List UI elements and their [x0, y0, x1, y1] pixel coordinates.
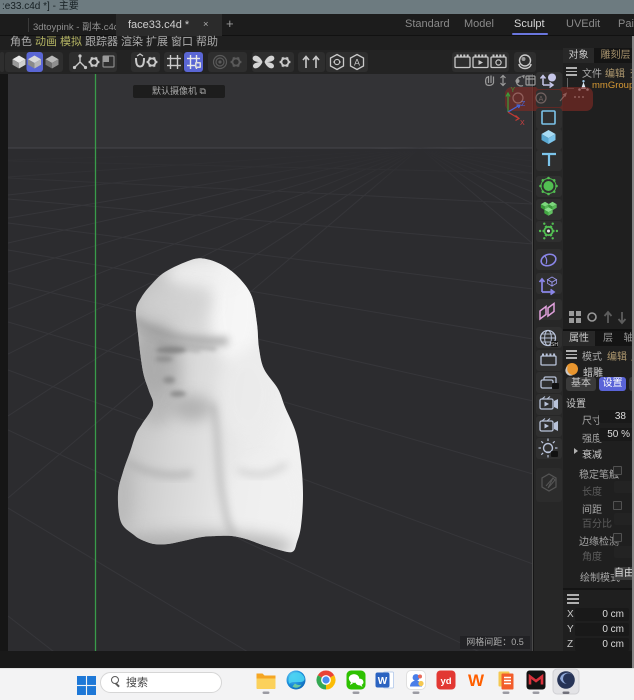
svg-text:W: W: [378, 676, 388, 687]
svg-text:A: A: [539, 96, 544, 103]
svg-text:W: W: [468, 671, 485, 690]
svg-text:A: A: [354, 58, 360, 68]
svg-text:X: X: [520, 120, 525, 127]
svg-text:SH: SH: [551, 342, 558, 348]
svg-text:Y: Y: [511, 87, 516, 94]
svg-text:yd: yd: [440, 676, 451, 687]
